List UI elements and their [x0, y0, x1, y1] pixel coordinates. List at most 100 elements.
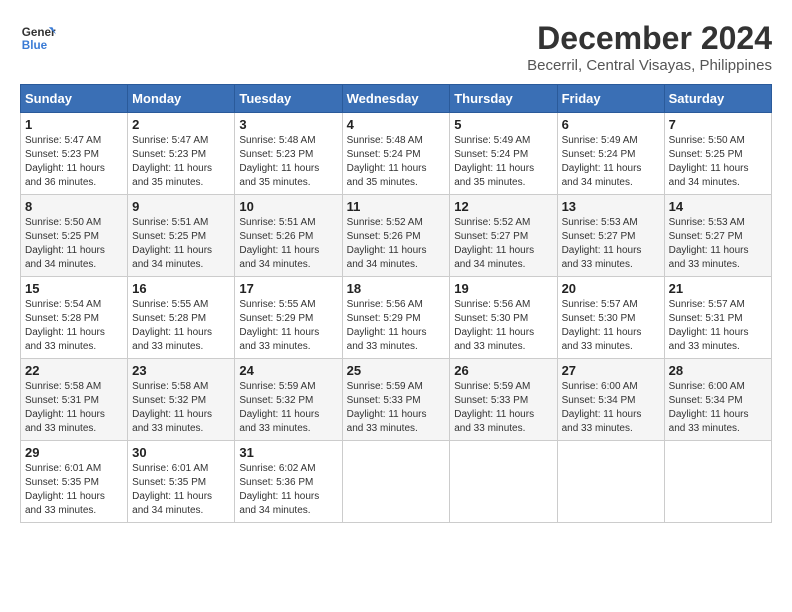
day-info: Sunrise: 5:48 AM Sunset: 5:24 PM Dayligh…: [347, 134, 446, 190]
day-info: Sunrise: 6:01 AM Sunset: 5:35 PM Dayligh…: [25, 462, 123, 518]
day-number: 31: [239, 445, 337, 460]
calendar-cell: 19 Sunrise: 5:56 AM Sunset: 5:30 PM Dayl…: [450, 277, 557, 359]
day-number: 26: [454, 363, 552, 378]
day-info: Sunrise: 6:00 AM Sunset: 5:34 PM Dayligh…: [669, 380, 767, 436]
day-number: 3: [239, 117, 337, 132]
day-number: 29: [25, 445, 123, 460]
day-number: 1: [25, 117, 123, 132]
day-number: 25: [347, 363, 446, 378]
logo: General Blue: [20, 20, 56, 56]
day-number: 27: [562, 363, 660, 378]
day-info: Sunrise: 5:49 AM Sunset: 5:24 PM Dayligh…: [562, 134, 660, 190]
calendar-week-row: 29 Sunrise: 6:01 AM Sunset: 5:35 PM Dayl…: [21, 441, 772, 523]
day-number: 20: [562, 281, 660, 296]
weekday-header: Sunday: [21, 85, 128, 113]
calendar-week-row: 15 Sunrise: 5:54 AM Sunset: 5:28 PM Dayl…: [21, 277, 772, 359]
day-info: Sunrise: 6:01 AM Sunset: 5:35 PM Dayligh…: [132, 462, 230, 518]
calendar: SundayMondayTuesdayWednesdayThursdayFrid…: [20, 84, 772, 523]
day-number: 18: [347, 281, 446, 296]
day-number: 8: [25, 199, 123, 214]
calendar-cell: [342, 441, 450, 523]
day-info: Sunrise: 5:52 AM Sunset: 5:26 PM Dayligh…: [347, 216, 446, 272]
day-number: 12: [454, 199, 552, 214]
day-info: Sunrise: 5:50 AM Sunset: 5:25 PM Dayligh…: [669, 134, 767, 190]
day-number: 6: [562, 117, 660, 132]
day-info: Sunrise: 6:00 AM Sunset: 5:34 PM Dayligh…: [562, 380, 660, 436]
calendar-cell: 1 Sunrise: 5:47 AM Sunset: 5:23 PM Dayli…: [21, 113, 128, 195]
day-number: 13: [562, 199, 660, 214]
subtitle: Becerril, Central Visayas, Philippines: [527, 57, 772, 74]
calendar-cell: [664, 441, 771, 523]
calendar-week-row: 1 Sunrise: 5:47 AM Sunset: 5:23 PM Dayli…: [21, 113, 772, 195]
calendar-cell: 22 Sunrise: 5:58 AM Sunset: 5:31 PM Dayl…: [21, 359, 128, 441]
day-number: 9: [132, 199, 230, 214]
day-info: Sunrise: 5:56 AM Sunset: 5:30 PM Dayligh…: [454, 298, 552, 354]
calendar-cell: 27 Sunrise: 6:00 AM Sunset: 5:34 PM Dayl…: [557, 359, 664, 441]
calendar-cell: 9 Sunrise: 5:51 AM Sunset: 5:25 PM Dayli…: [128, 195, 235, 277]
calendar-cell: 20 Sunrise: 5:57 AM Sunset: 5:30 PM Dayl…: [557, 277, 664, 359]
calendar-cell: 6 Sunrise: 5:49 AM Sunset: 5:24 PM Dayli…: [557, 113, 664, 195]
day-info: Sunrise: 5:51 AM Sunset: 5:26 PM Dayligh…: [239, 216, 337, 272]
day-number: 4: [347, 117, 446, 132]
day-info: Sunrise: 5:58 AM Sunset: 5:32 PM Dayligh…: [132, 380, 230, 436]
day-info: Sunrise: 5:53 AM Sunset: 5:27 PM Dayligh…: [669, 216, 767, 272]
day-number: 23: [132, 363, 230, 378]
day-info: Sunrise: 5:59 AM Sunset: 5:33 PM Dayligh…: [454, 380, 552, 436]
calendar-cell: 21 Sunrise: 5:57 AM Sunset: 5:31 PM Dayl…: [664, 277, 771, 359]
day-number: 14: [669, 199, 767, 214]
calendar-cell: 25 Sunrise: 5:59 AM Sunset: 5:33 PM Dayl…: [342, 359, 450, 441]
day-number: 7: [669, 117, 767, 132]
calendar-cell: 13 Sunrise: 5:53 AM Sunset: 5:27 PM Dayl…: [557, 195, 664, 277]
main-title: December 2024: [527, 20, 772, 57]
calendar-cell: 24 Sunrise: 5:59 AM Sunset: 5:32 PM Dayl…: [235, 359, 342, 441]
day-info: Sunrise: 5:49 AM Sunset: 5:24 PM Dayligh…: [454, 134, 552, 190]
calendar-cell: 14 Sunrise: 5:53 AM Sunset: 5:27 PM Dayl…: [664, 195, 771, 277]
day-info: Sunrise: 5:47 AM Sunset: 5:23 PM Dayligh…: [25, 134, 123, 190]
day-info: Sunrise: 5:53 AM Sunset: 5:27 PM Dayligh…: [562, 216, 660, 272]
day-info: Sunrise: 6:02 AM Sunset: 5:36 PM Dayligh…: [239, 462, 337, 518]
weekday-header: Wednesday: [342, 85, 450, 113]
calendar-cell: 18 Sunrise: 5:56 AM Sunset: 5:29 PM Dayl…: [342, 277, 450, 359]
day-info: Sunrise: 5:51 AM Sunset: 5:25 PM Dayligh…: [132, 216, 230, 272]
calendar-cell: 15 Sunrise: 5:54 AM Sunset: 5:28 PM Dayl…: [21, 277, 128, 359]
calendar-cell: 16 Sunrise: 5:55 AM Sunset: 5:28 PM Dayl…: [128, 277, 235, 359]
day-info: Sunrise: 5:57 AM Sunset: 5:31 PM Dayligh…: [669, 298, 767, 354]
day-info: Sunrise: 5:54 AM Sunset: 5:28 PM Dayligh…: [25, 298, 123, 354]
day-number: 22: [25, 363, 123, 378]
day-info: Sunrise: 5:50 AM Sunset: 5:25 PM Dayligh…: [25, 216, 123, 272]
day-number: 21: [669, 281, 767, 296]
calendar-cell: 8 Sunrise: 5:50 AM Sunset: 5:25 PM Dayli…: [21, 195, 128, 277]
day-number: 16: [132, 281, 230, 296]
day-number: 30: [132, 445, 230, 460]
calendar-cell: 2 Sunrise: 5:47 AM Sunset: 5:23 PM Dayli…: [128, 113, 235, 195]
weekday-header-row: SundayMondayTuesdayWednesdayThursdayFrid…: [21, 85, 772, 113]
day-info: Sunrise: 5:55 AM Sunset: 5:29 PM Dayligh…: [239, 298, 337, 354]
day-number: 10: [239, 199, 337, 214]
day-number: 5: [454, 117, 552, 132]
calendar-cell: 10 Sunrise: 5:51 AM Sunset: 5:26 PM Dayl…: [235, 195, 342, 277]
calendar-cell: 17 Sunrise: 5:55 AM Sunset: 5:29 PM Dayl…: [235, 277, 342, 359]
weekday-header: Monday: [128, 85, 235, 113]
day-number: 2: [132, 117, 230, 132]
day-info: Sunrise: 5:52 AM Sunset: 5:27 PM Dayligh…: [454, 216, 552, 272]
day-info: Sunrise: 5:48 AM Sunset: 5:23 PM Dayligh…: [239, 134, 337, 190]
calendar-cell: 7 Sunrise: 5:50 AM Sunset: 5:25 PM Dayli…: [664, 113, 771, 195]
calendar-cell: 28 Sunrise: 6:00 AM Sunset: 5:34 PM Dayl…: [664, 359, 771, 441]
weekday-header: Saturday: [664, 85, 771, 113]
day-number: 15: [25, 281, 123, 296]
day-info: Sunrise: 5:59 AM Sunset: 5:32 PM Dayligh…: [239, 380, 337, 436]
day-number: 19: [454, 281, 552, 296]
title-area: December 2024 Becerril, Central Visayas,…: [527, 20, 772, 74]
weekday-header: Thursday: [450, 85, 557, 113]
day-info: Sunrise: 5:59 AM Sunset: 5:33 PM Dayligh…: [347, 380, 446, 436]
calendar-cell: 26 Sunrise: 5:59 AM Sunset: 5:33 PM Dayl…: [450, 359, 557, 441]
calendar-week-row: 8 Sunrise: 5:50 AM Sunset: 5:25 PM Dayli…: [21, 195, 772, 277]
calendar-cell: 5 Sunrise: 5:49 AM Sunset: 5:24 PM Dayli…: [450, 113, 557, 195]
day-info: Sunrise: 5:56 AM Sunset: 5:29 PM Dayligh…: [347, 298, 446, 354]
weekday-header: Tuesday: [235, 85, 342, 113]
calendar-cell: [557, 441, 664, 523]
day-info: Sunrise: 5:55 AM Sunset: 5:28 PM Dayligh…: [132, 298, 230, 354]
calendar-cell: 23 Sunrise: 5:58 AM Sunset: 5:32 PM Dayl…: [128, 359, 235, 441]
calendar-cell: 31 Sunrise: 6:02 AM Sunset: 5:36 PM Dayl…: [235, 441, 342, 523]
calendar-cell: 30 Sunrise: 6:01 AM Sunset: 5:35 PM Dayl…: [128, 441, 235, 523]
